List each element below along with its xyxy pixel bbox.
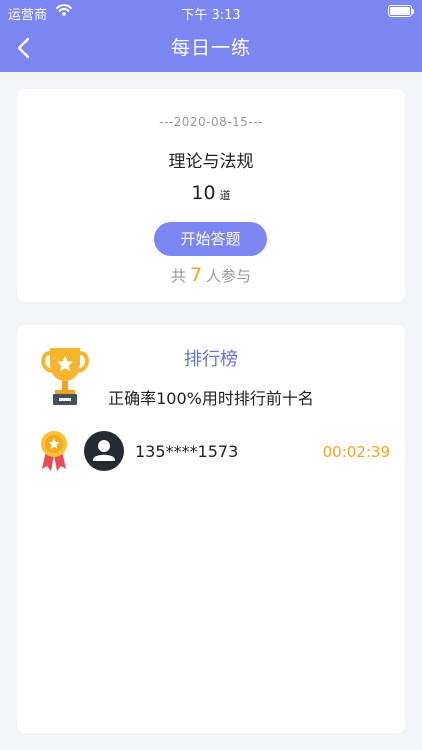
battery-icon [388, 5, 414, 17]
start-quiz-button[interactable]: 开始答题 [154, 222, 267, 256]
participants-prefix: 共 [170, 267, 186, 285]
quiz-date: ---2020-08-15--- [159, 115, 263, 129]
leaderboard-card: 排行榜 正确率100%用时排行前十名 135****1573 00:02:39 [17, 325, 405, 733]
participant-count: 共 7 人参与 [17, 264, 405, 286]
question-count: 10 道 [17, 182, 405, 204]
participants-suffix: 人参与 [206, 267, 252, 285]
question-count-value: 10 [191, 182, 216, 204]
user-avatar-icon [84, 431, 124, 471]
participants-number: 7 [189, 264, 203, 286]
nav-bar: 每日一练 [0, 24, 422, 72]
leaderboard-title: 排行榜 [184, 349, 238, 370]
leaderboard-time: 00:02:39 [322, 443, 390, 461]
page-title: 每日一练 [170, 37, 251, 59]
quiz-subject: 理论与法规 [168, 152, 254, 172]
clock: 下午 3:13 [181, 8, 241, 23]
leaderboard-subtitle: 正确率100%用时排行前十名 [108, 389, 314, 408]
gold-medal-icon [41, 431, 67, 471]
status-bar: 运营商 下午 3:13 [0, 0, 422, 24]
daily-quiz-card: ---2020-08-15--- 理论与法规 10 道 开始答题 共 7 人参与 [17, 89, 405, 302]
header-bar: 运营商 下午 3:13 每日一练 [0, 0, 422, 72]
leaderboard-phone: 135****1573 [135, 442, 239, 461]
question-count-unit: 道 [219, 189, 231, 202]
